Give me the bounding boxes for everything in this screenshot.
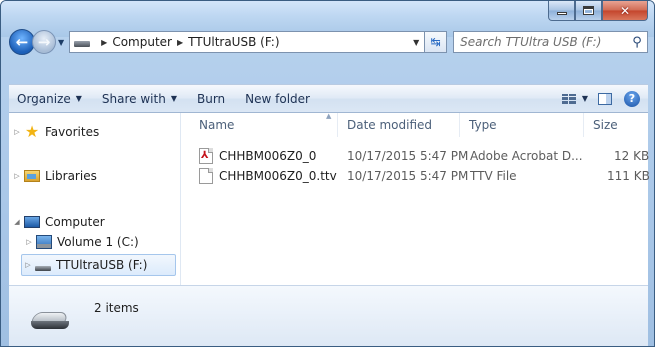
column-header-label: Name bbox=[199, 118, 235, 132]
breadcrumb-computer[interactable]: Computer bbox=[112, 35, 172, 49]
maximize-icon bbox=[583, 6, 594, 15]
expand-icon[interactable]: ▷ bbox=[11, 172, 23, 180]
nav-item-label: Volume 1 (C:) bbox=[57, 235, 139, 249]
file-name-cell[interactable]: ⅄ CHHBM006Z0_0 bbox=[199, 147, 316, 165]
nav-item-label: Libraries bbox=[45, 169, 97, 183]
expand-icon[interactable]: ▷ bbox=[22, 261, 34, 269]
new-folder-button[interactable]: New folder bbox=[245, 92, 310, 106]
nav-item-label: Computer bbox=[45, 215, 105, 229]
burn-button[interactable]: Burn bbox=[197, 92, 225, 106]
column-header-date[interactable]: Date modified bbox=[338, 113, 460, 137]
navigation-row: ← → ▼ ▶ Computer ▶ TTUltraUSB (F:) ▼ ↹ S… bbox=[9, 27, 648, 57]
usb-drive-icon bbox=[34, 257, 52, 273]
collapse-icon[interactable]: ◢ bbox=[11, 218, 23, 226]
minimize-icon bbox=[556, 12, 567, 15]
hard-drive-icon bbox=[35, 234, 53, 250]
organize-label: Organize bbox=[17, 91, 71, 106]
file-name: CHHBM006Z0_0 bbox=[219, 149, 317, 163]
address-bar[interactable]: ▶ Computer ▶ TTUltraUSB (F:) ▼ bbox=[69, 31, 426, 53]
nav-item-favorites[interactable]: ▷ ★ Favorites bbox=[11, 121, 99, 143]
column-header-label: Date modified bbox=[347, 118, 433, 132]
forward-button[interactable]: → bbox=[32, 30, 56, 54]
new-folder-label: New folder bbox=[245, 91, 310, 106]
nav-item-volume-c[interactable]: ▷ Volume 1 (C:) bbox=[23, 231, 139, 253]
nav-item-computer[interactable]: ◢ Computer bbox=[11, 211, 105, 233]
expand-icon[interactable]: ▷ bbox=[11, 128, 23, 136]
chevron-down-icon: ▼ bbox=[75, 94, 82, 103]
search-input[interactable]: Search TTUltra USB (F:) bbox=[460, 35, 627, 49]
column-header-size[interactable]: Size bbox=[584, 113, 648, 137]
file-name-cell[interactable]: CHHBM006Z0_0.ttv bbox=[199, 167, 337, 185]
drive-icon bbox=[74, 41, 91, 47]
file-type-cell: TTV File bbox=[470, 169, 517, 183]
table-row[interactable]: ⅄ CHHBM006Z0_0 10/17/2015 5:47 PM Adobe … bbox=[182, 147, 650, 165]
content-area: ▷ ★ Favorites ▷ Libraries ◢ Computer ▷ V… bbox=[9, 112, 650, 285]
help-icon[interactable]: ? bbox=[624, 90, 640, 107]
table-row[interactable]: CHHBM006Z0_0.ttv 10/17/2015 5:47 PM TTV … bbox=[182, 167, 650, 185]
breadcrumb-separator-icon[interactable]: ▶ bbox=[177, 38, 183, 47]
star-icon: ★ bbox=[24, 122, 40, 141]
breadcrumb-usb-drive[interactable]: TTUltraUSB (F:) bbox=[188, 35, 279, 49]
breadcrumb-separator-icon[interactable]: ▶ bbox=[101, 38, 107, 47]
file-size-cell: 111 KB bbox=[607, 169, 650, 183]
file-date-cell: 10/17/2015 5:47 PM bbox=[347, 149, 469, 163]
burn-label: Burn bbox=[196, 91, 226, 106]
arrow-left-icon: ← bbox=[15, 33, 29, 51]
search-box[interactable]: Search TTUltra USB (F:) ⚲ bbox=[453, 31, 648, 53]
column-header-label: Size bbox=[593, 118, 618, 132]
share-with-label: Share with bbox=[101, 91, 166, 106]
command-bar: Organize ▼ Share with ▼ Burn New folder ▼ … bbox=[9, 84, 648, 113]
search-icon[interactable]: ⚲ bbox=[627, 35, 647, 50]
column-header-name[interactable]: Name ▲ bbox=[190, 112, 338, 137]
expand-icon[interactable]: ▷ bbox=[23, 238, 35, 246]
command-bar-right: ▼ ? bbox=[561, 90, 648, 107]
nav-item-usb-drive[interactable]: ▷ TTUltraUSB (F:) bbox=[21, 254, 176, 276]
address-dropdown-icon[interactable]: ▼ bbox=[408, 38, 424, 47]
usb-drive-icon bbox=[31, 310, 71, 330]
share-with-menu[interactable]: Share with ▼ bbox=[102, 92, 177, 106]
navigation-pane: ▷ ★ Favorites ▷ Libraries ◢ Computer ▷ V… bbox=[9, 113, 181, 285]
views-dropdown-icon[interactable]: ▼ bbox=[582, 94, 588, 103]
nav-item-libraries[interactable]: ▷ Libraries bbox=[11, 165, 97, 187]
views-icon[interactable] bbox=[561, 93, 576, 104]
column-header-label: Type bbox=[469, 118, 497, 132]
column-header-type[interactable]: Type bbox=[460, 113, 584, 137]
nav-item-label: TTUltraUSB (F:) bbox=[56, 258, 148, 272]
nav-item-label: Favorites bbox=[45, 125, 100, 139]
sort-ascending-icon: ▲ bbox=[326, 112, 332, 120]
generic-file-icon bbox=[199, 168, 213, 184]
library-icon bbox=[23, 168, 41, 184]
item-count: 2 items bbox=[94, 301, 139, 315]
refresh-icon: ↹ bbox=[430, 35, 441, 49]
close-button[interactable]: ✕ bbox=[602, 1, 648, 21]
maximize-button[interactable] bbox=[575, 1, 602, 21]
file-size-cell: 12 KB bbox=[614, 149, 650, 163]
computer-icon bbox=[23, 214, 41, 230]
explorer-window: ✕ ← → ▼ ▶ Computer ▶ TTUltraUSB (F:) ▼ ↹… bbox=[0, 0, 655, 347]
details-pane: 2 items bbox=[9, 285, 648, 346]
recent-pages-dropdown[interactable]: ▼ bbox=[58, 38, 64, 47]
minimize-button[interactable] bbox=[548, 1, 575, 21]
close-icon: ✕ bbox=[619, 3, 631, 18]
file-name: CHHBM006Z0_0.ttv bbox=[219, 169, 337, 183]
refresh-button[interactable]: ↹ bbox=[425, 31, 448, 53]
preview-pane-icon[interactable] bbox=[598, 92, 612, 105]
organize-menu[interactable]: Organize ▼ bbox=[17, 92, 82, 106]
pdf-file-icon: ⅄ bbox=[199, 148, 213, 164]
file-type-cell: Adobe Acrobat D... bbox=[470, 149, 583, 163]
arrow-right-icon: → bbox=[37, 33, 51, 51]
window-controls: ✕ bbox=[548, 1, 648, 21]
file-date-cell: 10/17/2015 5:47 PM bbox=[347, 169, 469, 183]
chevron-down-icon: ▼ bbox=[170, 94, 177, 103]
file-list: Name ▲ Date modified Type Size ⅄ CHHBM00… bbox=[182, 112, 650, 285]
